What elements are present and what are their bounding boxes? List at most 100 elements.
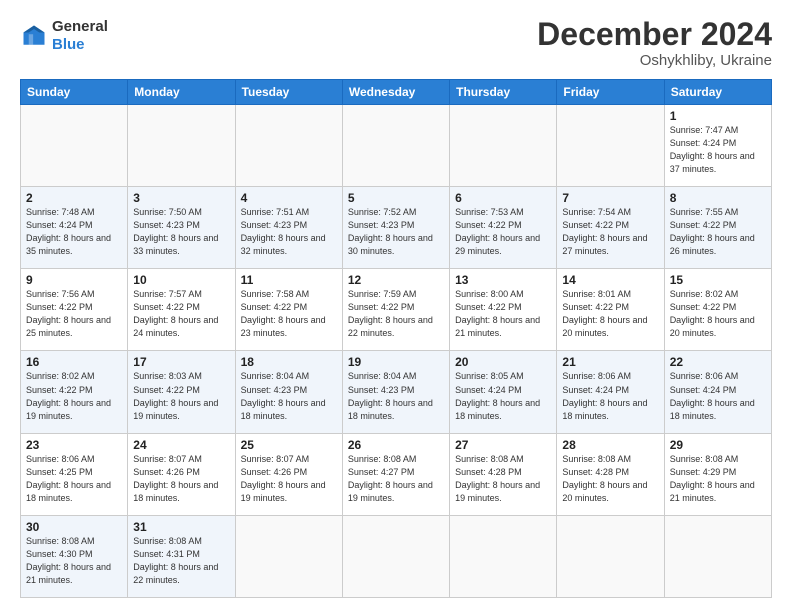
calendar-cell: 23Sunrise: 8:06 AMSunset: 4:25 PMDayligh… [21, 433, 128, 515]
day-number: 27 [455, 438, 551, 452]
day-number: 14 [562, 273, 658, 287]
cell-info: Sunrise: 7:56 AMSunset: 4:22 PMDaylight:… [26, 288, 122, 340]
col-monday: Monday [128, 80, 235, 105]
day-number: 30 [26, 520, 122, 534]
cell-info: Sunrise: 7:48 AMSunset: 4:24 PMDaylight:… [26, 206, 122, 258]
calendar-cell: 25Sunrise: 8:07 AMSunset: 4:26 PMDayligh… [235, 433, 342, 515]
calendar-cell: 8Sunrise: 7:55 AMSunset: 4:22 PMDaylight… [664, 187, 771, 269]
day-number: 8 [670, 191, 766, 205]
day-number: 3 [133, 191, 229, 205]
calendar-cell: 10Sunrise: 7:57 AMSunset: 4:22 PMDayligh… [128, 269, 235, 351]
cell-info: Sunrise: 7:54 AMSunset: 4:22 PMDaylight:… [562, 206, 658, 258]
calendar-cell [128, 105, 235, 187]
cell-info: Sunrise: 7:47 AMSunset: 4:24 PMDaylight:… [670, 124, 766, 176]
cell-info: Sunrise: 7:58 AMSunset: 4:22 PMDaylight:… [241, 288, 337, 340]
calendar-table: Sunday Monday Tuesday Wednesday Thursday… [20, 79, 772, 598]
calendar-cell: 13Sunrise: 8:00 AMSunset: 4:22 PMDayligh… [450, 269, 557, 351]
calendar-cell [342, 515, 449, 597]
calendar-cell: 27Sunrise: 8:08 AMSunset: 4:28 PMDayligh… [450, 433, 557, 515]
week-row: 1Sunrise: 7:47 AMSunset: 4:24 PMDaylight… [21, 105, 772, 187]
cell-info: Sunrise: 8:08 AMSunset: 4:29 PMDaylight:… [670, 453, 766, 505]
cell-info: Sunrise: 7:53 AMSunset: 4:22 PMDaylight:… [455, 206, 551, 258]
calendar-cell [450, 105, 557, 187]
day-number: 21 [562, 355, 658, 369]
cell-info: Sunrise: 8:06 AMSunset: 4:24 PMDaylight:… [670, 370, 766, 422]
calendar-cell: 5Sunrise: 7:52 AMSunset: 4:23 PMDaylight… [342, 187, 449, 269]
col-tuesday: Tuesday [235, 80, 342, 105]
logo-general-text: General [52, 18, 108, 35]
calendar-body: 1Sunrise: 7:47 AMSunset: 4:24 PMDaylight… [21, 105, 772, 598]
calendar-cell: 7Sunrise: 7:54 AMSunset: 4:22 PMDaylight… [557, 187, 664, 269]
header: General Blue December 2024 Oshykhliby, U… [20, 18, 772, 69]
day-number: 9 [26, 273, 122, 287]
day-number: 23 [26, 438, 122, 452]
calendar-cell [557, 515, 664, 597]
day-number: 2 [26, 191, 122, 205]
calendar-cell: 3Sunrise: 7:50 AMSunset: 4:23 PMDaylight… [128, 187, 235, 269]
cell-info: Sunrise: 7:59 AMSunset: 4:22 PMDaylight:… [348, 288, 444, 340]
cell-info: Sunrise: 8:01 AMSunset: 4:22 PMDaylight:… [562, 288, 658, 340]
calendar-cell: 15Sunrise: 8:02 AMSunset: 4:22 PMDayligh… [664, 269, 771, 351]
calendar-cell [235, 515, 342, 597]
calendar-cell [235, 105, 342, 187]
calendar-cell: 14Sunrise: 8:01 AMSunset: 4:22 PMDayligh… [557, 269, 664, 351]
calendar-cell: 20Sunrise: 8:05 AMSunset: 4:24 PMDayligh… [450, 351, 557, 433]
cell-info: Sunrise: 7:55 AMSunset: 4:22 PMDaylight:… [670, 206, 766, 258]
cell-info: Sunrise: 8:06 AMSunset: 4:24 PMDaylight:… [562, 370, 658, 422]
cell-info: Sunrise: 8:07 AMSunset: 4:26 PMDaylight:… [133, 453, 229, 505]
cell-info: Sunrise: 7:51 AMSunset: 4:23 PMDaylight:… [241, 206, 337, 258]
cell-info: Sunrise: 8:05 AMSunset: 4:24 PMDaylight:… [455, 370, 551, 422]
cell-info: Sunrise: 8:02 AMSunset: 4:22 PMDaylight:… [26, 370, 122, 422]
col-thursday: Thursday [450, 80, 557, 105]
calendar-cell: 4Sunrise: 7:51 AMSunset: 4:23 PMDaylight… [235, 187, 342, 269]
col-saturday: Saturday [664, 80, 771, 105]
logo-icon [20, 22, 48, 50]
logo-blue-text: Blue [52, 36, 85, 53]
day-number: 17 [133, 355, 229, 369]
day-number: 6 [455, 191, 551, 205]
calendar-cell: 11Sunrise: 7:58 AMSunset: 4:22 PMDayligh… [235, 269, 342, 351]
title-block: December 2024 Oshykhliby, Ukraine [537, 18, 772, 69]
cell-info: Sunrise: 8:02 AMSunset: 4:22 PMDaylight:… [670, 288, 766, 340]
day-number: 28 [562, 438, 658, 452]
logo-text: General Blue [52, 18, 108, 54]
cell-info: Sunrise: 7:52 AMSunset: 4:23 PMDaylight:… [348, 206, 444, 258]
cell-info: Sunrise: 8:08 AMSunset: 4:31 PMDaylight:… [133, 535, 229, 587]
location: Oshykhliby, Ukraine [537, 52, 772, 69]
calendar-cell: 17Sunrise: 8:03 AMSunset: 4:22 PMDayligh… [128, 351, 235, 433]
day-number: 12 [348, 273, 444, 287]
week-row: 2Sunrise: 7:48 AMSunset: 4:24 PMDaylight… [21, 187, 772, 269]
cell-info: Sunrise: 7:57 AMSunset: 4:22 PMDaylight:… [133, 288, 229, 340]
day-number: 20 [455, 355, 551, 369]
day-number: 7 [562, 191, 658, 205]
col-wednesday: Wednesday [342, 80, 449, 105]
cell-info: Sunrise: 8:08 AMSunset: 4:30 PMDaylight:… [26, 535, 122, 587]
day-number: 16 [26, 355, 122, 369]
calendar-cell: 24Sunrise: 8:07 AMSunset: 4:26 PMDayligh… [128, 433, 235, 515]
calendar-cell: 22Sunrise: 8:06 AMSunset: 4:24 PMDayligh… [664, 351, 771, 433]
day-number: 18 [241, 355, 337, 369]
calendar-cell: 26Sunrise: 8:08 AMSunset: 4:27 PMDayligh… [342, 433, 449, 515]
day-number: 25 [241, 438, 337, 452]
cell-info: Sunrise: 8:04 AMSunset: 4:23 PMDaylight:… [348, 370, 444, 422]
col-sunday: Sunday [21, 80, 128, 105]
logo: General Blue [20, 18, 108, 54]
calendar-cell: 6Sunrise: 7:53 AMSunset: 4:22 PMDaylight… [450, 187, 557, 269]
cell-info: Sunrise: 8:08 AMSunset: 4:27 PMDaylight:… [348, 453, 444, 505]
calendar-cell: 12Sunrise: 7:59 AMSunset: 4:22 PMDayligh… [342, 269, 449, 351]
day-number: 29 [670, 438, 766, 452]
cell-info: Sunrise: 8:06 AMSunset: 4:25 PMDaylight:… [26, 453, 122, 505]
day-number: 11 [241, 273, 337, 287]
calendar-cell: 31Sunrise: 8:08 AMSunset: 4:31 PMDayligh… [128, 515, 235, 597]
calendar-cell: 16Sunrise: 8:02 AMSunset: 4:22 PMDayligh… [21, 351, 128, 433]
calendar-cell [557, 105, 664, 187]
calendar-cell: 2Sunrise: 7:48 AMSunset: 4:24 PMDaylight… [21, 187, 128, 269]
cell-info: Sunrise: 8:07 AMSunset: 4:26 PMDaylight:… [241, 453, 337, 505]
cell-info: Sunrise: 8:00 AMSunset: 4:22 PMDaylight:… [455, 288, 551, 340]
calendar-cell [450, 515, 557, 597]
day-number: 26 [348, 438, 444, 452]
calendar-cell [21, 105, 128, 187]
calendar-cell: 28Sunrise: 8:08 AMSunset: 4:28 PMDayligh… [557, 433, 664, 515]
cell-info: Sunrise: 8:08 AMSunset: 4:28 PMDaylight:… [455, 453, 551, 505]
week-row: 30Sunrise: 8:08 AMSunset: 4:30 PMDayligh… [21, 515, 772, 597]
